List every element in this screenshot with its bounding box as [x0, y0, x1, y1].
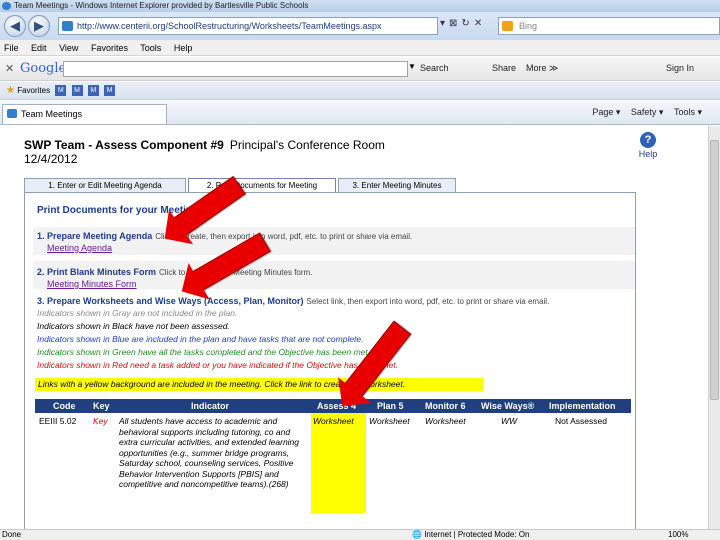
page-title-text: SWP Team - Assess Component #9	[24, 138, 224, 152]
indicator-blue: Indicators shown in Blue are included in…	[37, 334, 364, 344]
indicator-green: Indicators shown in Green have all the t…	[37, 347, 371, 357]
section-title: Print Documents for your Meeting	[37, 205, 199, 216]
page-title: SWP Team - Assess Component #9 Principal'…	[24, 138, 385, 152]
favorites-bar: ★ Favorites M M M M	[0, 82, 720, 100]
tools-menu-button[interactable]: Tools ▾	[674, 107, 702, 117]
favorites-star-icon[interactable]: ★	[6, 85, 15, 96]
refresh-icon[interactable]: ↻	[461, 18, 473, 29]
forward-button[interactable]: ▶	[28, 15, 50, 37]
page-favicon-icon	[62, 21, 73, 31]
meeting-room: Principal's Conference Room	[229, 138, 385, 152]
back-button[interactable]: ◀	[4, 15, 26, 37]
menu-tools[interactable]: Tools	[140, 43, 161, 53]
col-key: Key	[93, 401, 110, 411]
google-dropdown-icon[interactable]: ▼	[408, 62, 416, 71]
meeting-agenda-link[interactable]: Meeting Agenda	[47, 243, 112, 253]
row-implementation: Not Assessed	[555, 416, 607, 426]
browser-tab-bar: Team Meetings Page ▾ Safety ▾ Tools ▾	[0, 101, 720, 125]
menu-bar: File Edit View Favorites Tools Help	[0, 40, 720, 56]
indicator-red: Indicators shown in Red need a task adde…	[37, 360, 399, 370]
address-url: http://www.centerii.org/SchoolRestructur…	[77, 21, 382, 31]
item-desc: Click to create, then export into word, …	[155, 232, 413, 241]
page-content: SWP Team - Assess Component #9 Principal'…	[0, 126, 708, 529]
favorites-label[interactable]: Favorites	[17, 86, 50, 95]
help-icon: ?	[640, 132, 656, 148]
row-key[interactable]: Key	[93, 416, 108, 427]
status-bar: Done 🌐 Internet | Protected Mode: On 100…	[0, 529, 720, 540]
fav-m-icon-3[interactable]: M	[87, 85, 99, 97]
dropdown-icon[interactable]: ▾	[440, 18, 449, 29]
bing-icon	[502, 21, 513, 31]
security-zone: 🌐 Internet | Protected Mode: On	[412, 530, 530, 539]
table-row: EEIII 5.02 Key All students have access …	[35, 413, 631, 523]
help-label: Help	[638, 149, 658, 159]
item-title: 2. Print Blank Minutes Form	[37, 267, 157, 277]
google-signin-button[interactable]: Sign In	[666, 63, 694, 73]
menu-help[interactable]: Help	[174, 43, 193, 53]
google-toolbar: ✕ Google ▼ Search Share More ≫ Sign In	[0, 57, 720, 81]
compat-icon[interactable]: ⊠	[449, 18, 461, 29]
google-more-button[interactable]: More ≫	[526, 63, 558, 74]
item-title: 3. Prepare Worksheets and Wise Ways (Acc…	[37, 296, 304, 306]
print-documents-panel: Print Documents for your Meeting 1. Prep…	[24, 192, 636, 529]
item-title: 1. Prepare Meeting Agenda	[37, 231, 153, 241]
vertical-scrollbar[interactable]	[708, 126, 720, 529]
menu-favorites[interactable]: Favorites	[91, 43, 128, 53]
tab-enter-agenda[interactable]: 1. Enter or Edit Meeting Agenda	[24, 178, 186, 192]
ie-icon	[2, 2, 11, 10]
col-indicator: Indicator	[191, 401, 230, 411]
meeting-minutes-form-link[interactable]: Meeting Minutes Form	[47, 279, 137, 289]
item-desc: Select link, then export into word, pdf,…	[306, 297, 550, 306]
zone-text: Internet | Protected Mode: On	[424, 530, 530, 539]
address-input[interactable]: http://www.centerii.org/SchoolRestructur…	[58, 17, 438, 35]
window-title: Team Meetings - Windows Internet Explore…	[14, 1, 309, 10]
tab-favicon-icon	[7, 109, 17, 118]
zoom-level[interactable]: 100%	[668, 530, 688, 540]
indicator-gray: Indicators shown in Gray are not include…	[37, 308, 238, 318]
address-toolbar: ◀ ▶ http://www.centerii.org/SchoolRestru…	[0, 12, 720, 40]
google-search-input[interactable]	[63, 61, 408, 77]
google-logo: Google	[20, 61, 67, 76]
row-code: EEIII 5.02	[39, 416, 77, 426]
menu-file[interactable]: File	[4, 43, 19, 53]
browser-tab[interactable]: Team Meetings	[2, 104, 167, 124]
google-share-button[interactable]: Share	[492, 63, 516, 73]
row-monitor-link[interactable]: Worksheet	[425, 416, 466, 427]
table-header: Code Key Indicator Assess 4 Plan 5 Monit…	[35, 399, 631, 413]
col-code: Code	[53, 401, 76, 411]
menu-edit[interactable]: Edit	[31, 43, 47, 53]
fav-m-icon-4[interactable]: M	[104, 85, 116, 97]
search-box[interactable]: Bing	[498, 17, 720, 35]
search-engine-label: Bing	[519, 21, 538, 31]
fav-m-icon-1[interactable]: M	[55, 85, 67, 97]
browser-tab-label: Team Meetings	[21, 109, 83, 119]
row-plan-link[interactable]: Worksheet	[369, 416, 410, 427]
yellow-note: Links with a yellow background are inclu…	[35, 378, 483, 391]
row-indicator[interactable]: All students have access to academic and…	[119, 416, 309, 490]
row-assess-link[interactable]: Worksheet	[313, 416, 354, 427]
status-text: Done	[2, 530, 22, 539]
stop-icon[interactable]: ✕	[474, 18, 486, 29]
item-meeting-agenda: 1. Prepare Meeting Agenda Click to create…	[37, 231, 412, 241]
menu-view[interactable]: View	[59, 43, 78, 53]
indicator-black: Indicators shown in Black have not been …	[37, 321, 230, 331]
close-toolbar-icon[interactable]: ✕	[5, 62, 14, 75]
col-implementation: Implementation	[549, 401, 616, 411]
scrollbar-thumb[interactable]	[710, 140, 719, 400]
row-wiseways-link[interactable]: WW	[501, 416, 517, 427]
safety-menu-button[interactable]: Safety ▾	[631, 107, 664, 117]
fav-m-icon-2[interactable]: M	[71, 85, 83, 97]
help-button[interactable]: ? Help	[634, 132, 662, 159]
command-bar: Page ▾ Safety ▾ Tools ▾	[584, 107, 702, 118]
col-wiseways: Wise Ways®	[481, 401, 535, 411]
item-prepare-worksheets: 3. Prepare Worksheets and Wise Ways (Acc…	[37, 296, 549, 306]
meeting-date: 12/4/2012	[24, 152, 78, 166]
address-buttons[interactable]: ▾⊠↻✕	[440, 18, 486, 29]
window-titlebar: Team Meetings - Windows Internet Explore…	[0, 0, 720, 12]
page-menu-button[interactable]: Page ▾	[592, 107, 620, 117]
col-monitor: Monitor 6	[425, 401, 466, 411]
google-search-button[interactable]: Search	[420, 63, 449, 73]
tab-enter-minutes[interactable]: 3. Enter Meeting Minutes	[338, 178, 456, 192]
col-plan: Plan 5	[377, 401, 404, 411]
